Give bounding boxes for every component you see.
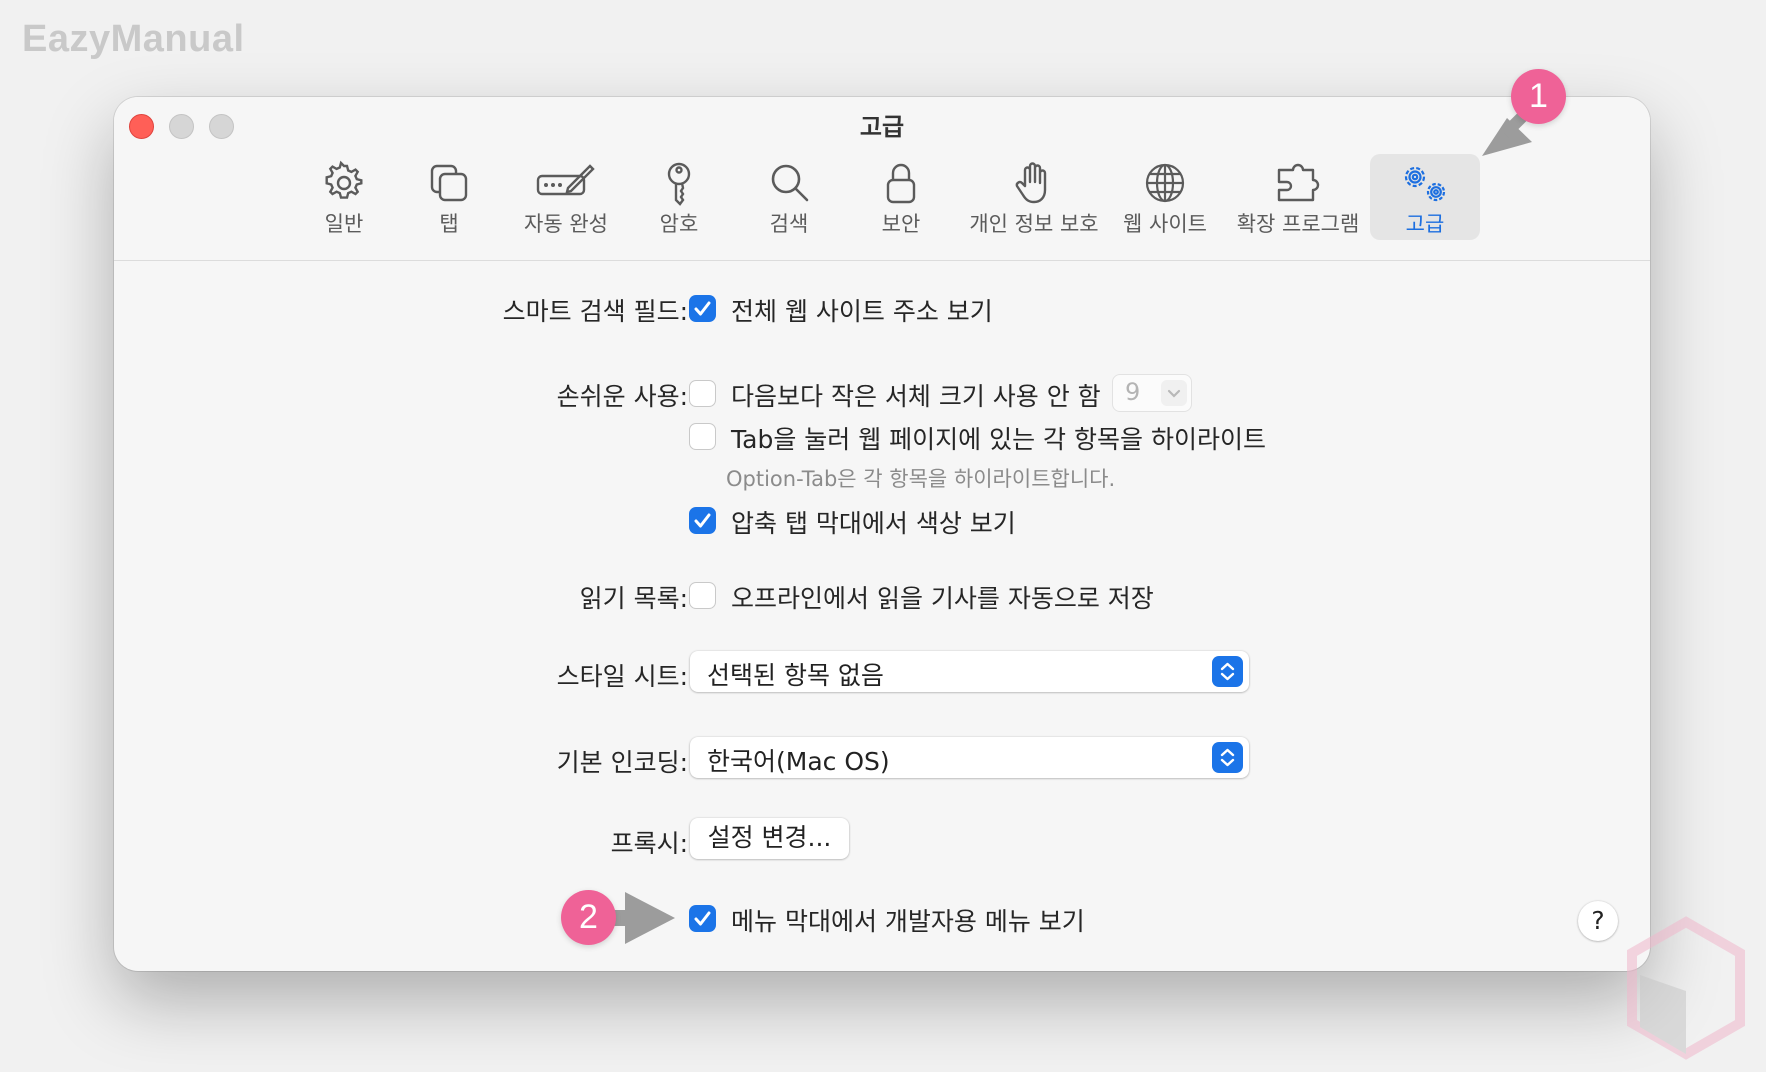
tabs-icon xyxy=(430,164,468,202)
tab-search[interactable]: 검색 xyxy=(744,154,834,240)
puzzle-icon xyxy=(1277,163,1320,202)
tab-label: 일반 xyxy=(324,212,364,236)
develop-menu-checkbox[interactable] xyxy=(689,905,716,932)
develop-menu-option: 메뉴 막대에서 개발자용 메뉴 보기 xyxy=(731,907,1085,936)
encoding-label: 기본 인코딩: xyxy=(556,748,688,777)
window-title: 고급 xyxy=(859,113,905,141)
encoding-value: 한국어(Mac OS) xyxy=(707,747,890,776)
step-badge-2: 2 xyxy=(561,890,616,945)
change-proxy-settings-button[interactable]: 설정 변경... xyxy=(690,818,849,859)
tab-label: 암호 xyxy=(659,212,699,236)
updown-chevron-icon xyxy=(1212,742,1243,773)
accessibility-label: 손쉬운 사용: xyxy=(556,382,688,411)
chevron-down-icon xyxy=(1161,380,1187,406)
tab-highlight-option: Tab을 눌러 웹 페이지에 있는 각 항목을 하이라이트 xyxy=(731,425,1266,454)
tab-passwords[interactable]: 암호 xyxy=(634,154,724,240)
tab-security[interactable]: 보안 xyxy=(856,154,946,240)
tab-privacy[interactable]: 개인 정보 보호 xyxy=(964,154,1104,240)
full-address-option: 전체 웹 사이트 주소 보기 xyxy=(731,297,993,326)
advanced-settings-pane: 스마트 검색 필드: 전체 웹 사이트 주소 보기 손쉬운 사용: 다음보다 작… xyxy=(114,261,1650,971)
toolbar: 고급 일반 탭 자동 완성 암호 검색 보안 개인 정보 보호 웹 사이트 확장… xyxy=(114,97,1650,261)
reading-list-label: 읽기 목록: xyxy=(579,584,688,613)
tab-general[interactable]: 일반 xyxy=(294,154,394,240)
tab-websites[interactable]: 웹 사이트 xyxy=(1110,154,1220,240)
proxy-label: 프록시: xyxy=(610,829,688,858)
hand-icon xyxy=(1015,162,1047,204)
offline-reading-checkbox[interactable] xyxy=(689,582,716,609)
checkmark-icon xyxy=(694,513,711,528)
tab-label: 개인 정보 보호 xyxy=(969,212,1099,236)
compact-tab-color-option: 압축 탭 막대에서 색상 보기 xyxy=(731,509,1016,538)
encoding-select[interactable]: 한국어(Mac OS) xyxy=(690,737,1249,778)
checkmark-icon xyxy=(694,301,711,316)
tab-advanced[interactable]: 고급 xyxy=(1370,154,1480,240)
gears-icon xyxy=(1404,166,1446,202)
safari-settings-window: 고급 일반 탭 자동 완성 암호 검색 보안 개인 정보 보호 웹 사이트 확장… xyxy=(114,97,1650,971)
updown-chevron-icon xyxy=(1212,656,1243,687)
tab-label: 웹 사이트 xyxy=(1123,212,1207,236)
font-size-value: 9 xyxy=(1125,378,1141,406)
tab-tabs[interactable]: 탭 xyxy=(404,154,494,240)
tab-label: 탭 xyxy=(439,212,459,236)
tab-label: 보안 xyxy=(881,212,921,236)
tab-extensions[interactable]: 확장 프로그램 xyxy=(1228,154,1368,240)
help-button[interactable]: ? xyxy=(1578,901,1618,941)
gear-icon xyxy=(325,160,363,199)
globe-icon xyxy=(1145,163,1185,203)
min-font-size-checkbox[interactable] xyxy=(689,380,716,407)
lock-icon xyxy=(886,163,916,204)
stylesheet-value: 선택된 항목 없음 xyxy=(707,661,884,690)
stylesheet-label: 스타일 시트: xyxy=(556,662,688,691)
tab-autofill[interactable]: 자동 완성 xyxy=(506,154,626,240)
smart-search-label: 스마트 검색 필드: xyxy=(502,297,688,326)
full-address-checkbox[interactable] xyxy=(689,295,716,322)
compact-tab-color-checkbox[interactable] xyxy=(689,507,716,534)
stylesheet-select[interactable]: 선택된 항목 없음 xyxy=(690,651,1249,692)
min-font-size-select[interactable]: 9 xyxy=(1112,374,1192,412)
tab-label: 자동 완성 xyxy=(524,212,608,236)
magnifier-icon xyxy=(771,164,809,202)
step-badge-1: 1 xyxy=(1511,69,1566,124)
tab-highlight-checkbox[interactable] xyxy=(689,423,716,450)
tab-label: 검색 xyxy=(769,212,809,236)
min-font-size-option: 다음보다 작은 서체 크기 사용 안 함 xyxy=(731,382,1101,411)
key-icon xyxy=(667,162,691,206)
tab-label: 고급 xyxy=(1405,212,1445,236)
tab-label: 확장 프로그램 xyxy=(1236,212,1360,236)
pencil-form-icon xyxy=(536,164,595,196)
checkmark-icon xyxy=(694,911,711,926)
watermark-brand: EazyManual xyxy=(22,18,245,60)
offline-reading-option: 오프라인에서 읽을 기사를 자동으로 저장 xyxy=(731,584,1154,613)
tab-highlight-hint: Option-Tab은 각 항목을 하이라이트합니다. xyxy=(726,467,1116,491)
